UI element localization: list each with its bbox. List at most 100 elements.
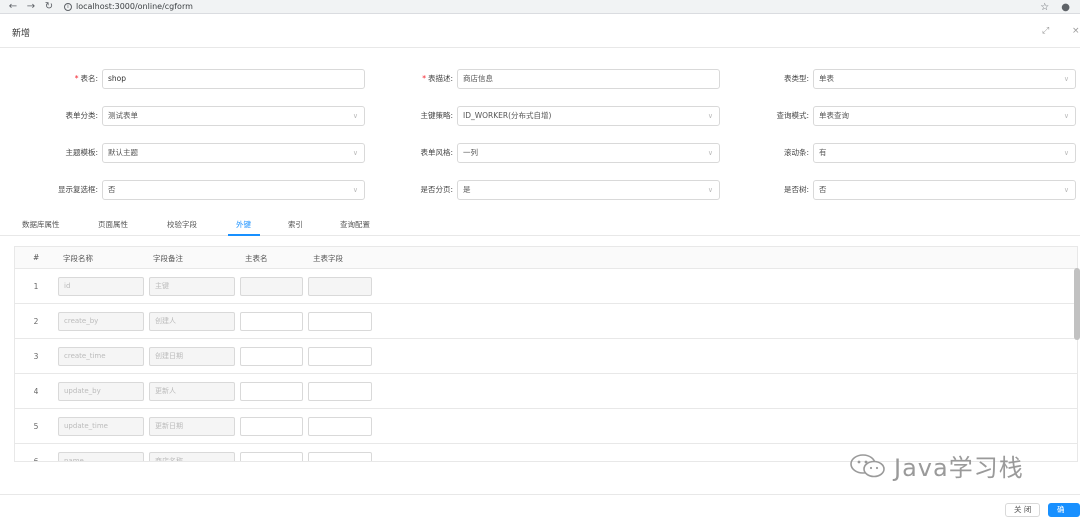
watermark-text: Java学习栈: [894, 454, 1024, 482]
scroll-bar-select[interactable]: 有 ∨: [813, 143, 1076, 163]
field-remark-cell: 创建人: [149, 312, 235, 331]
main-field-input[interactable]: [308, 312, 372, 331]
table-name-label: * 表名:: [74, 74, 98, 83]
chevron-down-icon: ∨: [1063, 112, 1069, 120]
row-index: 5: [33, 422, 39, 431]
field-name-cell: id: [58, 277, 144, 296]
row-index: 1: [33, 282, 39, 291]
main-table-input[interactable]: [240, 382, 303, 401]
main-field-input[interactable]: [308, 452, 372, 461]
form-row-1: * 表名: shop * 表描述: 商店信息 表类型: 单表 ∨: [0, 69, 1080, 89]
main-table-input[interactable]: [240, 312, 303, 331]
main-table-input[interactable]: [240, 347, 303, 366]
main-field-input[interactable]: [308, 382, 372, 401]
header-field-name: 字段名称: [63, 254, 93, 263]
watermark: Java学习栈: [848, 448, 1024, 483]
form-category-select[interactable]: 测试表单 ∨: [102, 106, 365, 126]
row-index: 4: [33, 387, 39, 396]
row-index: 6: [33, 457, 39, 462]
paging-select[interactable]: 是 ∨: [457, 180, 720, 200]
form-row-2: 表单分类: 测试表单 ∨ 主键策略: ID_WORKER(分布式自增) ∨ 查询模式…: [0, 106, 1080, 126]
field-name-cell: create_time: [58, 347, 144, 366]
table-header: # 字段名称 字段备注 主表名 主表字段: [15, 247, 1077, 269]
form-row-4: 显示复选框: 否 ∨ 是否分页: 是 ∨ 是否树: 否 ∨: [0, 180, 1080, 200]
chevron-down-icon: ∨: [1063, 75, 1069, 83]
field-name-cell: create_by: [58, 312, 144, 331]
modal-title: 新增: [12, 29, 31, 39]
close-button[interactable]: 关 闭: [1005, 503, 1041, 517]
tab-validation-fields[interactable]: 校验字段: [167, 219, 197, 230]
table-row: 1 id 主键: [15, 269, 1077, 304]
field-remark-cell: 商店名称: [149, 452, 235, 461]
reload-icon[interactable]: ↻: [44, 1, 54, 12]
main-table-input[interactable]: [240, 452, 303, 461]
query-mode-select[interactable]: 单表查询 ∨: [813, 106, 1076, 126]
is-tree-label: 是否树:: [783, 185, 809, 194]
chevron-down-icon: ∨: [707, 112, 713, 120]
url-text: localhost:3000/online/cgform: [76, 2, 193, 11]
modal-footer: 关 闭 确定: [0, 494, 1080, 526]
table-desc-input[interactable]: 商店信息: [457, 69, 720, 89]
show-checkbox-select[interactable]: 否 ∨: [102, 180, 365, 200]
form-row-3: 主题模板: 默认主题 ∨ 表单风格: 一列 ∨ 滚动条: 有 ∨: [0, 143, 1080, 163]
header-field-remark: 字段备注: [153, 254, 183, 263]
pk-strategy-label: 主键策略:: [420, 111, 453, 120]
form-category-label: 表单分类:: [65, 111, 98, 120]
active-tab-indicator: [228, 234, 260, 236]
field-remark-cell: 更新日期: [149, 417, 235, 436]
theme-template-label: 主题模板:: [65, 148, 98, 157]
tab-page-properties[interactable]: 页面属性: [98, 219, 128, 230]
browser-toolbar: ← → ↻ i localhost:3000/online/cgform ☆ ●: [0, 0, 1080, 14]
table-name-input[interactable]: shop: [102, 69, 365, 89]
chevron-down-icon: ∨: [352, 186, 358, 194]
header-main-table: 主表名: [245, 254, 268, 263]
chevron-down-icon: ∨: [707, 149, 713, 157]
table-scrollbar[interactable]: [1074, 268, 1080, 340]
form-style-select[interactable]: 一列 ∨: [457, 143, 720, 163]
tab-index[interactable]: 索引: [288, 219, 303, 230]
table-type-label: 表类型:: [783, 74, 809, 83]
field-remark-cell: 创建日期: [149, 347, 235, 366]
main-field-input: [308, 277, 372, 296]
header-index: #: [33, 253, 40, 262]
main-table-input: [240, 277, 303, 296]
tab-query-config[interactable]: 查询配置: [340, 219, 370, 230]
field-name-cell: update_time: [58, 417, 144, 436]
info-icon[interactable]: i: [64, 2, 72, 11]
ok-button[interactable]: 确定: [1048, 503, 1080, 526]
chevron-down-icon: ∨: [352, 112, 358, 120]
main-field-input[interactable]: [308, 417, 372, 436]
close-icon[interactable]: ×: [1072, 26, 1080, 36]
field-remark-cell: 更新人: [149, 382, 235, 401]
fullscreen-icon[interactable]: ⤢: [1042, 26, 1049, 36]
tab-db-properties[interactable]: 数据库属性: [22, 219, 60, 230]
account-icon[interactable]: ●: [1061, 2, 1070, 13]
chevron-down-icon: ∨: [1063, 149, 1069, 157]
table-row: 2 create_by 创建人: [15, 304, 1077, 339]
table-row: 3 create_time 创建日期: [15, 339, 1077, 374]
back-icon[interactable]: ←: [8, 1, 18, 12]
show-checkbox-label: 显示复选框:: [57, 185, 98, 194]
field-name-cell: name: [58, 452, 144, 461]
theme-template-select[interactable]: 默认主题 ∨: [102, 143, 365, 163]
table-type-select[interactable]: 单表 ∨: [813, 69, 1076, 89]
tab-foreign-key[interactable]: 外键: [236, 219, 251, 230]
forward-icon[interactable]: →: [26, 1, 36, 12]
star-icon[interactable]: ☆: [1040, 2, 1049, 13]
form-style-label: 表单风格:: [420, 148, 453, 157]
address-bar[interactable]: i localhost:3000/online/cgform: [64, 2, 193, 11]
scroll-bar-label: 滚动条:: [783, 148, 809, 157]
query-mode-label: 查询模式:: [776, 111, 809, 120]
chevron-down-icon: ∨: [707, 186, 713, 194]
main-field-input[interactable]: [308, 347, 372, 366]
modal-header: 新增 ⤢ ×: [0, 14, 1080, 48]
chevron-down-icon: ∨: [352, 149, 358, 157]
pk-strategy-select[interactable]: ID_WORKER(分布式自增) ∨: [457, 106, 720, 126]
row-index: 3: [33, 352, 39, 361]
chevron-down-icon: ∨: [1063, 186, 1069, 194]
header-main-field: 主表字段: [313, 254, 343, 263]
row-index: 2: [33, 317, 39, 326]
field-remark-cell: 主键: [149, 277, 235, 296]
main-table-input[interactable]: [240, 417, 303, 436]
is-tree-select[interactable]: 否 ∨: [813, 180, 1076, 200]
